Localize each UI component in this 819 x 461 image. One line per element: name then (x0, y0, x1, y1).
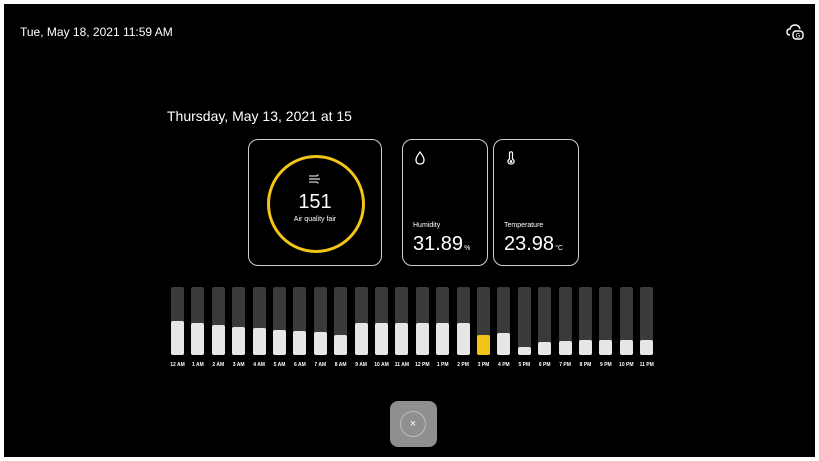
hour-bar-fill-9 (354, 323, 368, 355)
hour-bar-fill-14 (456, 323, 470, 355)
hour-bar-fill-13 (436, 323, 450, 355)
hour-bar-fill-3 (232, 327, 246, 355)
hour-bar-fill-18 (538, 342, 552, 355)
hour-bar-17[interactable] (517, 287, 531, 355)
hour-bar-fill-6 (293, 331, 307, 355)
hour-bar-fill-0 (171, 321, 184, 355)
hourly-chart: 12 AM 1 AM 2 AM 3 AM 4 AM 5 AM 6 AM 7 AM 8 AM 9 A… (4, 4, 815, 457)
hour-bar-fill-5 (273, 330, 286, 355)
hour-bar-fill-23 (640, 340, 654, 355)
hour-bar-fill-1 (191, 323, 205, 355)
close-icon: × (400, 411, 426, 437)
hour-bar-fill-12 (415, 323, 429, 355)
hour-bar-fill-16 (497, 333, 511, 355)
hour-bar-fill-4 (252, 328, 266, 355)
hour-bar-fill-20 (579, 340, 592, 355)
hour-bar-fill-11 (395, 323, 409, 355)
hour-bar-fill-8 (334, 335, 348, 355)
hour-bar-fill-15 (477, 335, 490, 355)
close-label: × (409, 418, 417, 430)
close-button[interactable]: × (390, 401, 437, 447)
hour-bar-fill-21 (599, 340, 613, 355)
hour-bar-fill-17 (517, 347, 531, 355)
hour-bar-fill-7 (313, 332, 327, 355)
hour-label-23: 11 PM (639, 362, 654, 368)
hour-bar-fill-10 (375, 323, 388, 355)
hour-bar-fill-2 (211, 325, 225, 355)
hour-bar-fill-19 (558, 341, 572, 355)
screen: Tue, May 18, 2021 11:59 AM G Thursday, M… (4, 4, 815, 457)
hour-bar-fill-22 (619, 340, 633, 355)
